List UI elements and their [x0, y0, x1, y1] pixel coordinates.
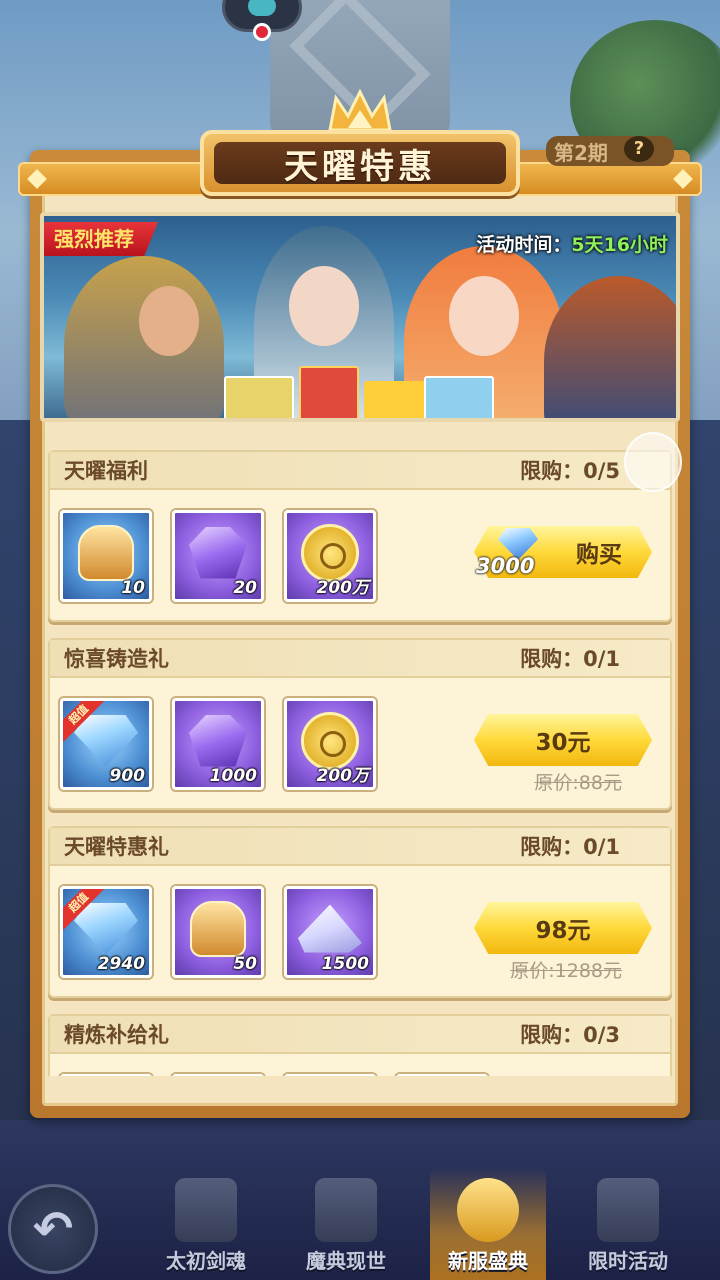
original-price: 原价:88元: [534, 772, 622, 794]
event-banner: 强烈推荐 活动时间：5天16小时: [40, 212, 680, 422]
reward-item[interactable]: 1000: [172, 698, 264, 790]
activity-time-value: 5天16小时: [571, 234, 668, 256]
back-button[interactable]: ↶: [8, 1184, 98, 1274]
offer-card: 惊喜铸造礼 限购：0/1 超值 900 1000 200万 30元 原价:88元: [48, 638, 672, 810]
tab-new-server-event[interactable]: 新服盛典: [430, 1168, 546, 1280]
reward-items: [60, 1074, 488, 1076]
tab-magic-tome[interactable]: 魔典现世: [288, 1168, 404, 1280]
reward-quantity: 2940: [97, 954, 145, 974]
tab-limited-event[interactable]: 限时活动: [570, 1168, 686, 1280]
reward-item[interactable]: [396, 1074, 488, 1076]
hero-warrior: [544, 276, 676, 418]
notification-dot: [253, 23, 271, 41]
reward-item[interactable]: [284, 1074, 376, 1076]
activity-time-label: 活动时间：: [476, 234, 572, 256]
sword-soul-icon: [175, 1178, 237, 1242]
offer-card: 精炼补给礼 限购：0/3: [48, 1014, 672, 1076]
reward-item[interactable]: 超值 900: [60, 698, 152, 790]
reward-quantity: 50: [233, 954, 257, 974]
purchase-limit: 限购：0/5: [520, 459, 620, 483]
cost-amount: 3000: [476, 554, 535, 578]
tab-sword-soul[interactable]: 太初剑魂: [148, 1168, 264, 1280]
price-button[interactable]: 30元: [474, 714, 652, 766]
hero-mermaid-face: [449, 276, 519, 356]
magic-tome-icon: [315, 1178, 377, 1242]
page-title: 天曜特惠: [284, 146, 436, 187]
golden-helmet-icon: [78, 524, 134, 581]
tab-label: 新服盛典: [448, 1249, 528, 1273]
title-banner: 天曜特惠: [200, 130, 520, 196]
offer-list[interactable]: 天曜福利 限购：0/5 10 20 200万 购买 3000 惊喜铸造礼 限购：…: [48, 450, 672, 1076]
diamond-icon: [74, 714, 138, 767]
original-price: 原价:1288元: [510, 960, 622, 982]
buy-button-label: 购买: [576, 542, 622, 568]
reward-item[interactable]: [172, 1074, 264, 1076]
reward-quantity: 20: [233, 578, 257, 598]
offer-name: 惊喜铸造礼: [64, 647, 169, 671]
purchase-limit: 限购：0/1: [520, 835, 620, 859]
tab-label: 魔典现世: [306, 1249, 386, 1273]
reward-item[interactable]: 200万: [284, 698, 376, 790]
offer-name: 天曜福利: [64, 459, 148, 483]
purple-gem-icon: [189, 714, 247, 767]
issue-tag: 第2期: [546, 136, 674, 166]
crystal-shard-icon: [298, 904, 362, 953]
purple-gem-icon: [189, 526, 247, 579]
golden-helmet-icon: [190, 900, 246, 957]
bottom-navigation: ↶ 太初剑魂 魔典现世 新服盛典 限时活动: [0, 1150, 720, 1280]
offer-card-header: 惊喜铸造礼 限购：0/1: [50, 640, 670, 678]
reward-quantity: 200万: [316, 766, 370, 786]
reward-items: 超值 900 1000 200万: [60, 698, 376, 790]
recommend-badge: 强烈推荐: [44, 222, 158, 256]
reward-item[interactable]: 1500: [284, 886, 376, 978]
reward-quantity: 900: [109, 766, 146, 786]
hero-knight-face: [139, 286, 199, 356]
reward-item[interactable]: [60, 1074, 152, 1076]
gift-box-icon: [424, 376, 494, 418]
reward-quantity: 10: [121, 578, 145, 598]
reward-item[interactable]: 50: [172, 886, 264, 978]
offer-card-header: 精炼补给礼 限购：0/3: [50, 1016, 670, 1054]
activity-time: 活动时间：5天16小时: [476, 230, 668, 257]
reward-quantity: 200万: [316, 578, 370, 598]
gift-box-icon: [224, 376, 294, 418]
ribbon-gem-icon: [27, 169, 47, 189]
offer-card-header: 天曜特惠礼 限购：0/1: [50, 828, 670, 866]
offer-name: 天曜特惠礼: [64, 835, 169, 859]
purchase-limit: 限购：0/3: [520, 1023, 620, 1047]
offer-card-header: 天曜福利 限购：0/5: [50, 452, 670, 490]
reward-quantity: 1500: [321, 954, 369, 974]
tab-label: 限时活动: [588, 1249, 668, 1273]
price-button[interactable]: 98元: [474, 902, 652, 954]
reward-quantity: 1000: [209, 766, 257, 786]
floating-assist-button[interactable]: [624, 432, 682, 492]
reward-items: 10 20 200万: [60, 510, 376, 602]
tab-label: 太初剑魂: [166, 1249, 246, 1273]
offer-card: 天曜特惠礼 限购：0/1 超值 2940 50 1500 98元 原价:1288…: [48, 826, 672, 998]
top-map-icon-inner: [248, 0, 276, 16]
offer-name: 精炼补给礼: [64, 1023, 169, 1047]
purchase-limit: 限购：0/1: [520, 647, 620, 671]
diamond-cost: 3000: [476, 528, 562, 588]
back-arrow-icon: ↶: [32, 1201, 74, 1257]
reward-item[interactable]: 10: [60, 510, 152, 602]
diamond-icon: [74, 902, 138, 955]
help-icon[interactable]: ?: [624, 136, 654, 162]
gift-box-icon: [299, 366, 359, 418]
star-laurel-icon: [457, 1178, 519, 1242]
ribbon-gem-icon: [673, 169, 693, 189]
reward-item[interactable]: 超值 2940: [60, 886, 152, 978]
reward-item[interactable]: 200万: [284, 510, 376, 602]
reward-items: 超值 2940 50 1500: [60, 886, 376, 978]
hourglass-icon: [597, 1178, 659, 1242]
hero-priestess-face: [289, 266, 359, 346]
reward-item[interactable]: 20: [172, 510, 264, 602]
offer-card: 天曜福利 限购：0/5 10 20 200万 购买 3000: [48, 450, 672, 622]
